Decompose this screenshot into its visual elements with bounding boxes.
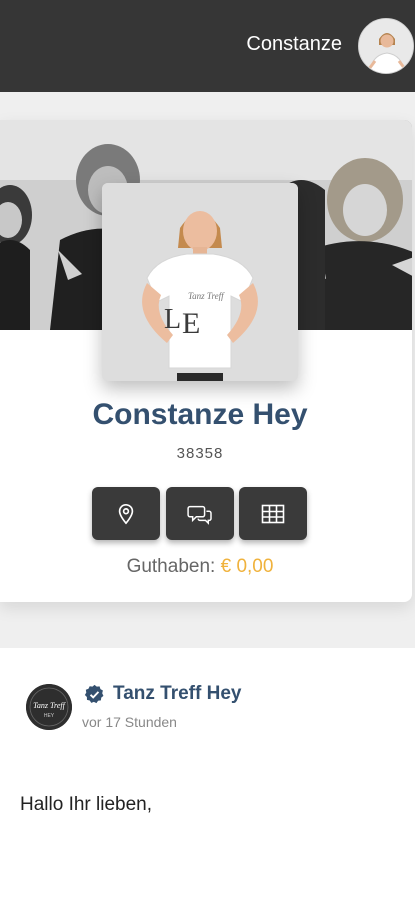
logo-subtext: HEY [44,713,55,719]
profile-full-name: Constanze Hey [92,398,308,431]
top-bar: Constanze [0,0,415,92]
location-pin-icon [118,503,134,524]
balance-label: Guthaben: [126,556,216,577]
svg-text:E: E [182,307,200,340]
profile-portrait: E L Tanz Treff [102,183,298,381]
svg-text:Tanz Treff: Tanz Treff [188,291,225,301]
avatar-photo [359,19,413,73]
verified-badge-icon [84,684,104,704]
svg-text:L: L [164,304,181,335]
location-button[interactable] [92,487,160,540]
post-author-logo[interactable]: Tanz Treff HEY [26,684,72,730]
balance-amount: € 0,00 [220,556,274,577]
avatar[interactable] [358,18,414,74]
balance-line: Guthaben: € 0,00 [0,556,400,578]
header-username[interactable]: Constanze [246,33,342,56]
chat-button[interactable] [166,487,234,540]
post-author-name[interactable]: Tanz Treff Hey [113,683,241,705]
post-body-text: Hallo Ihr lieben, [20,794,153,815]
chat-bubbles-icon [187,505,212,525]
grid-button[interactable] [239,487,307,540]
grid-table-icon [261,504,285,523]
post-timestamp: vor 17 Stunden [82,714,177,730]
member-number: 38358 [176,445,224,462]
logo-text: Tanz Treff [33,701,66,710]
